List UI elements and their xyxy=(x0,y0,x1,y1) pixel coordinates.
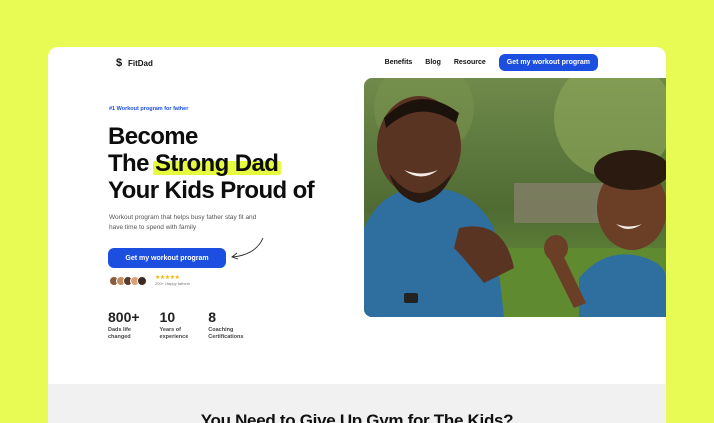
nav-link-blog[interactable]: Blog xyxy=(425,59,441,66)
stat-number: 8 xyxy=(208,309,217,325)
stat-label: Coaching Certifications xyxy=(208,327,244,340)
stat-item: 10 Years of experience xyxy=(160,309,189,341)
stats-row: 800+ Dads life changed 10 Years of experie… xyxy=(108,309,243,341)
stat-number: 800+ xyxy=(108,309,140,325)
hero-title: Become The Strong Dad Your Kids Proud of xyxy=(108,123,315,204)
hero-subtitle: Workout program that helps busy father s… xyxy=(109,214,257,231)
stat-item: 800+ Dads life changed xyxy=(108,309,140,341)
avatar-group xyxy=(109,276,147,286)
logo[interactable]: $ FitDad xyxy=(116,57,153,69)
dollar-s-logo-icon: $ xyxy=(116,57,123,69)
stat-number: 10 xyxy=(159,309,176,325)
hero-cta-button[interactable]: Get my workout program xyxy=(108,248,226,268)
nav-cta-button[interactable]: Get my workout program xyxy=(498,54,598,71)
section-2-title: You Need to Give Up Gym for The Kids? xyxy=(200,411,514,423)
hero-title-highlight: Strong Dad xyxy=(154,150,279,177)
stat-item: 8 Coaching Certifications xyxy=(208,309,243,341)
hero-photo-illustration xyxy=(364,78,666,317)
hero-title-line3: Your Kids Proud of xyxy=(108,177,315,204)
nav-link-benefits[interactable]: Benefits xyxy=(385,59,413,66)
browser-window: $ FitDad Benefits Blog Resource Get my w… xyxy=(48,47,666,423)
hero-photo xyxy=(364,78,666,317)
section-2: You Need to Give Up Gym for The Kids? xyxy=(48,384,666,423)
curved-arrow-icon xyxy=(231,237,264,260)
rating: ★★★★★ 200+ Happy fathers xyxy=(155,275,190,286)
stat-label: Years of experience xyxy=(159,327,189,340)
hero-title-line2-prefix: The xyxy=(108,150,155,177)
avatar xyxy=(137,276,147,286)
stat-label: Dads life changed xyxy=(108,327,131,340)
top-nav: Benefits Blog Resource Get my workout pr… xyxy=(385,54,598,71)
rating-text: 200+ Happy fathers xyxy=(155,281,191,286)
brand-name: FitDad xyxy=(128,58,153,68)
hero-title-line1: Become xyxy=(108,123,198,150)
nav-link-resource[interactable]: Resource xyxy=(454,59,486,66)
hero-tag: #1 Workout program for father xyxy=(109,106,189,112)
